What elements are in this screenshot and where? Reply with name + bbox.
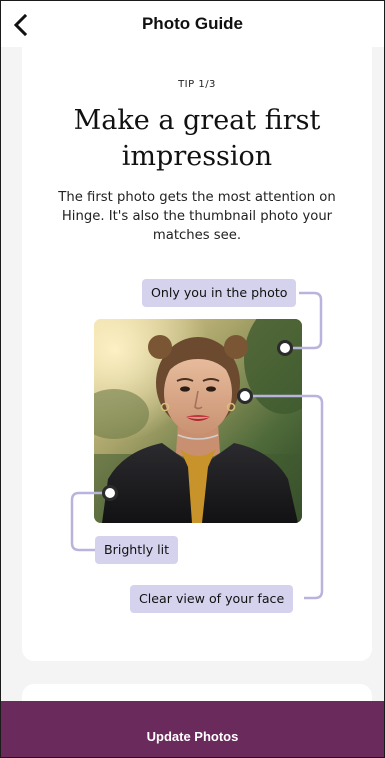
update-photos-button[interactable]: Update Photos <box>1 701 384 757</box>
label-clear-view: Clear view of your face <box>130 585 294 613</box>
label-only-you: Only you in the photo <box>142 279 297 307</box>
app-frame: Photo Guide TIP 1/3 Make a great first i… <box>0 0 385 758</box>
update-photos-label: Update Photos <box>146 729 239 744</box>
example-photo <box>94 319 302 523</box>
header: Photo Guide <box>1 1 384 47</box>
tip-description: The first photo gets the most attention … <box>58 190 336 243</box>
tip-title: Make a great first impression <box>73 105 321 172</box>
tip-card: TIP 1/3 Make a great first impression Th… <box>22 47 372 661</box>
label-brightly-lit: Brightly lit <box>95 536 179 564</box>
tip-counter: TIP 1/3 <box>178 79 216 90</box>
page-title: Photo Guide <box>141 14 244 33</box>
